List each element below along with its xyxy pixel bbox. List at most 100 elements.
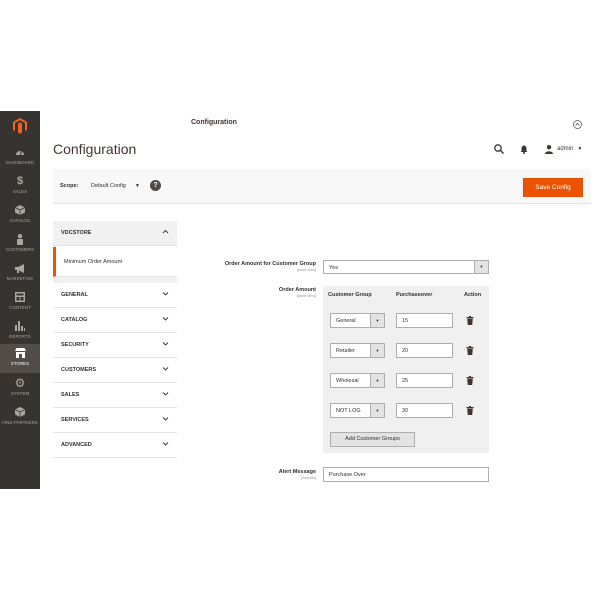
field-label-order-amount: Order Amount xyxy=(278,287,316,293)
tab-label: GENERAL xyxy=(61,292,88,298)
section-title[interactable]: Configuration xyxy=(191,119,237,126)
scope-label: Scope: xyxy=(60,183,79,189)
notifications-button[interactable] xyxy=(520,142,528,156)
table-row: General ▼ 15 xyxy=(323,313,489,335)
nav-item-system[interactable]: ⚙ SYSTEM xyxy=(0,374,40,403)
chevron-down-icon: ▼ xyxy=(474,261,488,273)
tab-group-vdcstore[interactable]: VDCSTORE xyxy=(53,221,177,246)
nav-label: SYSTEM xyxy=(10,391,30,396)
customer-group-select[interactable]: Retailer ▼ xyxy=(330,343,385,358)
chevron-down-icon xyxy=(162,342,169,346)
person-icon xyxy=(14,233,26,245)
nav-item-find-partners[interactable]: FIND PARTNERS xyxy=(0,403,40,432)
input-value: Purchase Over xyxy=(329,472,366,478)
column-header-customer-group: Customer Group xyxy=(328,292,372,298)
tab-label: CUSTOMERS xyxy=(61,367,97,373)
chevron-up-icon xyxy=(162,229,169,234)
admin-user-menu[interactable]: admin ▼ xyxy=(545,142,582,156)
nav-label: CONTENT xyxy=(9,305,31,310)
purchaseover-input[interactable]: 30 xyxy=(396,403,453,418)
customer-group-select[interactable]: Wholesal ▼ xyxy=(330,373,385,388)
tab-general[interactable]: GENERAL xyxy=(53,283,177,308)
chevron-down-icon[interactable]: ▼ xyxy=(135,183,140,189)
chevron-down-icon xyxy=(162,442,169,446)
tab-label: SERVICES xyxy=(61,417,89,423)
cube-icon xyxy=(14,204,26,216)
nav-item-content[interactable]: CONTENT xyxy=(0,288,40,317)
gear-icon: ⚙ xyxy=(14,376,26,390)
nav-item-catalog[interactable]: CATALOG xyxy=(0,201,40,230)
nav-item-customers[interactable]: CUSTOMERS xyxy=(0,230,40,259)
trash-icon[interactable] xyxy=(466,346,474,355)
admin-app: DASHBOARD $ SALES CATALOG CUSTOMERS MARK… xyxy=(0,111,600,489)
column-header-purchaseover: Purchaseover xyxy=(396,292,433,298)
admin-sidebar: DASHBOARD $ SALES CATALOG CUSTOMERS MARK… xyxy=(0,111,40,489)
help-icon[interactable]: ? xyxy=(150,180,161,191)
nav-label: CATALOG xyxy=(9,218,31,223)
chevron-down-icon: ▼ xyxy=(370,344,384,357)
tab-item-label: Minimum Order Amount xyxy=(64,259,123,265)
purchaseover-input[interactable]: 20 xyxy=(396,343,453,358)
bell-icon xyxy=(520,145,528,154)
tab-advanced[interactable]: ADVANCED xyxy=(53,433,177,458)
add-customer-groups-button[interactable]: Add Customer Groups xyxy=(330,432,415,447)
collapse-section-icon[interactable] xyxy=(573,120,582,129)
global-search-button[interactable] xyxy=(494,142,504,156)
trash-icon[interactable] xyxy=(466,316,474,325)
scope-switcher[interactable]: Default Config xyxy=(91,183,126,189)
field-label-order-group: Order Amount for Customer Group xyxy=(224,261,316,267)
tab-label: SALES xyxy=(61,392,80,398)
table-row: Wholesal ▼ 25 xyxy=(323,373,489,395)
tab-services[interactable]: SERVICES xyxy=(53,408,177,433)
chevron-down-icon: ▼ xyxy=(370,374,384,387)
input-value: 30 xyxy=(402,408,409,414)
chevron-down-icon xyxy=(162,367,169,371)
select-value: NOT LOG xyxy=(336,408,361,414)
table-row: NOT LOG ▼ 30 xyxy=(323,403,489,425)
order-amount-grid: Customer Group Purchaseover Action Gener… xyxy=(323,286,489,453)
tab-customers[interactable]: CUSTOMERS xyxy=(53,358,177,383)
purchaseover-input[interactable]: 25 xyxy=(396,373,453,388)
input-value: 25 xyxy=(402,378,409,384)
alert-message-input[interactable]: Purchase Over xyxy=(323,467,489,482)
nav-label: STORES xyxy=(10,361,30,366)
nav-item-reports[interactable]: REPORTS xyxy=(0,317,40,346)
select-value: Retailer xyxy=(336,348,355,354)
order-group-select[interactable]: Yes ▼ xyxy=(323,260,489,274)
scope-bar: Scope: Default Config ▼ ? Save Config xyxy=(53,169,591,204)
save-config-button[interactable]: Save Config xyxy=(523,178,583,197)
table-row: Retailer ▼ 20 xyxy=(323,343,489,365)
nav-item-dashboard[interactable]: DASHBOARD xyxy=(0,143,40,172)
layout-icon xyxy=(14,291,26,303)
tab-group-title: VDCSTORE xyxy=(61,230,92,236)
dollar-icon: $ xyxy=(16,175,24,187)
field-scope-order-group: [store view] xyxy=(296,268,316,272)
nav-item-stores[interactable]: STORES xyxy=(0,344,40,373)
customer-group-select[interactable]: NOT LOG ▼ xyxy=(330,403,385,418)
purchaseover-input[interactable]: 15 xyxy=(396,313,453,328)
nav-item-marketing[interactable]: MARKETING xyxy=(0,259,40,288)
field-scope-alert-message: [website] xyxy=(301,476,316,480)
chevron-down-icon xyxy=(162,392,169,396)
nav-item-sales[interactable]: $ SALES xyxy=(0,172,40,201)
search-icon xyxy=(494,144,504,154)
trash-icon[interactable] xyxy=(466,376,474,385)
admin-username: admin xyxy=(557,146,574,152)
trash-icon[interactable] xyxy=(466,406,474,415)
input-value: 15 xyxy=(402,318,409,324)
tab-sales[interactable]: SALES xyxy=(53,383,177,408)
field-scope-order-amount: [store view] xyxy=(296,294,316,298)
nav-label: FIND PARTNERS xyxy=(2,420,38,425)
select-value: Wholesal xyxy=(336,378,359,384)
customer-group-select[interactable]: General ▼ xyxy=(330,313,385,328)
page-title: Configuration xyxy=(53,141,137,157)
tab-catalog[interactable]: CATALOG xyxy=(53,308,177,333)
magento-logo[interactable] xyxy=(0,111,40,141)
tab-security[interactable]: SECURITY xyxy=(53,333,177,358)
tab-label: ADVANCED xyxy=(61,442,92,448)
megaphone-icon xyxy=(14,262,26,274)
partners-cube-icon xyxy=(14,406,26,418)
tab-item-minimum-order-amount[interactable]: Minimum Order Amount xyxy=(53,247,177,277)
tab-label: SECURITY xyxy=(61,342,89,348)
chevron-down-icon xyxy=(162,317,169,321)
